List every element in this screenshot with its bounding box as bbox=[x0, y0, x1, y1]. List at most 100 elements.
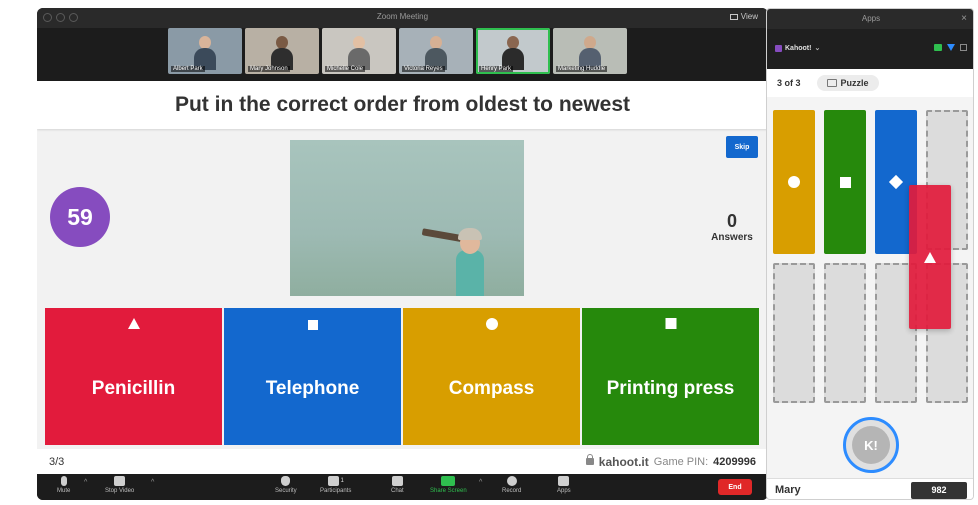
answer-label: Compass bbox=[448, 377, 535, 399]
participant-video bbox=[271, 34, 293, 70]
stop-video-label: Stop Video bbox=[105, 488, 135, 494]
question-progress: 3 of 3 bbox=[777, 78, 801, 88]
participants-icon bbox=[327, 476, 339, 486]
apps-panel-header: Kahoot! ⌄ bbox=[767, 29, 973, 69]
participant-tile[interactable]: Albert Park bbox=[168, 28, 242, 74]
apps-label: Apps bbox=[557, 488, 571, 494]
puzzle-header: 3 of 3 Puzzle bbox=[767, 69, 973, 97]
answer-label: Penicillin bbox=[91, 377, 176, 399]
square-icon bbox=[665, 318, 676, 329]
app-header-actions bbox=[934, 44, 967, 51]
triangle-icon bbox=[127, 318, 140, 329]
chevron-up-icon[interactable]: ^ bbox=[84, 479, 87, 486]
answer-option-green[interactable]: Printing press bbox=[582, 308, 759, 445]
apps-button[interactable]: Apps bbox=[557, 476, 571, 494]
share-screen-icon bbox=[441, 476, 456, 486]
circle-icon bbox=[788, 176, 800, 188]
puzzle-icon bbox=[826, 79, 837, 87]
drop-slot[interactable] bbox=[773, 263, 815, 403]
close-icon[interactable]: × bbox=[961, 13, 967, 24]
lock-icon bbox=[585, 454, 594, 465]
question-progress: 3/3 bbox=[49, 455, 65, 468]
participant-tile-active-speaker[interactable]: Henry Park bbox=[476, 28, 550, 74]
kahoot-footer: 3/3 kahoot.it Game PIN: 4209996 bbox=[37, 449, 768, 474]
mute-button[interactable]: Mute bbox=[57, 476, 70, 494]
kahoot-logo-icon bbox=[775, 44, 782, 52]
drop-slot[interactable] bbox=[824, 263, 866, 403]
meeting-toolbar: Mute ^ Stop Video ^ Security 1 Participa… bbox=[37, 474, 768, 500]
participant-tile[interactable]: Michelle Cole bbox=[322, 28, 396, 74]
end-meeting-button[interactable]: End bbox=[718, 479, 752, 495]
chat-icon bbox=[391, 476, 403, 486]
participant-name: Michelle Cole bbox=[325, 66, 366, 72]
child-figure bbox=[456, 250, 484, 296]
child-hat bbox=[458, 228, 482, 240]
grid-icon bbox=[729, 13, 738, 20]
participant-gallery: Albert Park Mary Johnson Michelle Cole V… bbox=[168, 28, 627, 81]
record-icon bbox=[506, 476, 517, 486]
question-type-badge: Puzzle bbox=[816, 75, 879, 91]
participant-video bbox=[502, 34, 524, 70]
chevron-up-icon[interactable]: ^ bbox=[151, 479, 154, 486]
participant-tile[interactable]: Marketing Huddle bbox=[553, 28, 627, 74]
share-screen-button[interactable]: Share Screen bbox=[430, 476, 467, 494]
answers-number: 0 bbox=[726, 211, 737, 231]
answer-label: Telephone bbox=[265, 377, 360, 399]
player-score: 982 bbox=[911, 481, 967, 499]
answer-label: Printing press bbox=[606, 377, 735, 399]
participant-video bbox=[425, 34, 447, 70]
submit-area: K! bbox=[767, 412, 973, 478]
stop-video-button[interactable]: Stop Video bbox=[105, 476, 134, 494]
participants-count: 1 bbox=[340, 478, 344, 484]
view-button[interactable]: View bbox=[729, 12, 758, 21]
apps-icon bbox=[558, 476, 570, 486]
answer-option-blue[interactable]: Telephone bbox=[224, 308, 401, 445]
submit-answer-button[interactable]: K! bbox=[843, 417, 899, 473]
answer-option-red[interactable]: Penicillin bbox=[45, 308, 222, 445]
participant-video bbox=[348, 34, 370, 70]
security-label: Security bbox=[275, 488, 297, 494]
app-name: Kahoot! bbox=[785, 44, 812, 52]
screen: Zoom Meeting View Albert Park Mary Johns… bbox=[0, 0, 978, 505]
security-button[interactable]: Security bbox=[275, 476, 297, 494]
chevron-up-icon[interactable]: ^ bbox=[479, 479, 482, 486]
app-selector[interactable]: Kahoot! ⌄ bbox=[775, 44, 820, 52]
countdown-timer: 59 bbox=[50, 187, 110, 247]
kahoot-k-icon: K! bbox=[852, 426, 890, 464]
participant-name: Mary Johnson bbox=[248, 66, 290, 72]
game-pin: 4209996 bbox=[713, 455, 756, 468]
title-bar: Zoom Meeting View bbox=[37, 8, 768, 28]
puzzle-card-red-dragging[interactable] bbox=[909, 185, 951, 329]
participant-name: Albert Park bbox=[171, 66, 205, 72]
mute-label: Mute bbox=[57, 488, 71, 494]
participant-video bbox=[194, 34, 216, 70]
record-button[interactable]: Record bbox=[502, 476, 521, 494]
popout-icon[interactable] bbox=[960, 44, 967, 51]
participant-tile[interactable]: Victoria Reyes bbox=[399, 28, 473, 74]
participant-name: Henry Park bbox=[479, 66, 514, 72]
puzzle-card-green[interactable] bbox=[824, 110, 866, 254]
participants-button[interactable]: 1 Participants bbox=[320, 476, 351, 494]
chat-label: Chat bbox=[391, 488, 404, 494]
triangle-icon bbox=[924, 251, 936, 263]
question-type-label: Puzzle bbox=[840, 78, 869, 88]
video-camera-icon bbox=[114, 476, 126, 486]
shared-screen-kahoot: Put in the correct order from oldest to … bbox=[37, 81, 768, 474]
filter-icon[interactable] bbox=[947, 44, 955, 51]
answer-option-yellow[interactable]: Compass bbox=[403, 308, 580, 445]
share-screen-label: Share Screen bbox=[430, 488, 467, 494]
chat-button[interactable]: Chat bbox=[391, 476, 404, 494]
participant-tile[interactable]: Mary Johnson bbox=[245, 28, 319, 74]
question-image bbox=[290, 140, 524, 296]
skip-button[interactable]: Skip bbox=[726, 136, 758, 158]
puzzle-card-yellow[interactable] bbox=[773, 110, 815, 254]
diamond-icon bbox=[307, 320, 318, 330]
participant-video bbox=[579, 34, 601, 70]
kahoot-url: kahoot.it bbox=[598, 454, 649, 469]
chevron-down-icon: ⌄ bbox=[814, 45, 821, 52]
microphone-icon bbox=[60, 476, 67, 486]
window-title: Zoom Meeting bbox=[376, 12, 429, 21]
participant-name: Victoria Reyes bbox=[402, 66, 445, 72]
share-app-icon[interactable] bbox=[934, 44, 942, 51]
record-label: Record bbox=[502, 488, 522, 494]
